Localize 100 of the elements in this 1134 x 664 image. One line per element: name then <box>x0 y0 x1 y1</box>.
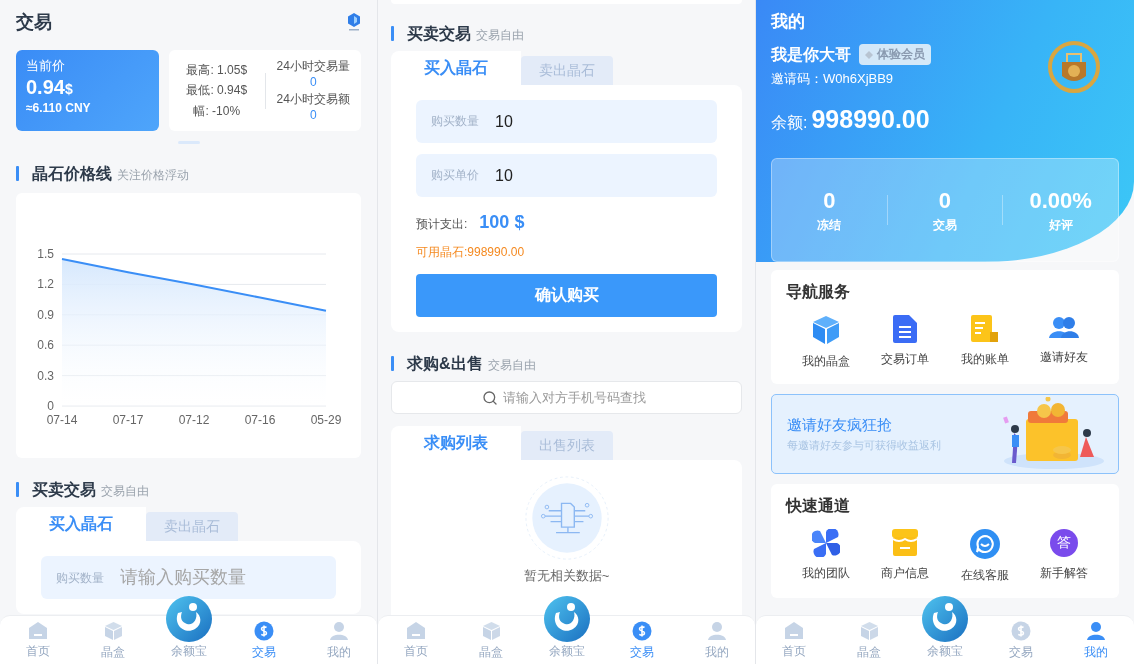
tab[interactable]: 求购列表 <box>391 426 521 461</box>
price-label: 当前价 <box>26 58 66 74</box>
pinwheel-icon <box>811 529 840 557</box>
search-icon <box>482 389 498 406</box>
home-icon <box>27 621 48 640</box>
stat-value: 0.00% <box>1029 187 1092 215</box>
dollar-icon <box>253 621 274 641</box>
empty-data-icon <box>524 476 609 561</box>
available-balance: 可用晶石:998990.00 <box>416 244 526 260</box>
tab-bar-item[interactable]: 余额宝 <box>528 595 605 664</box>
section-marker <box>16 482 19 498</box>
shop-icon <box>892 529 919 557</box>
hexagon-logo-icon <box>347 13 361 31</box>
tab-bar-item[interactable]: 首页 <box>0 615 76 664</box>
tab-bar-item[interactable]: 晶盒 <box>75 615 151 664</box>
axis-tick-label: 07-17 <box>112 413 144 428</box>
service-item[interactable]: 我的晶盒 <box>786 315 866 370</box>
section-marker <box>391 26 394 42</box>
estimate-value: 100 $ <box>479 212 525 234</box>
input-field[interactable]: 购买数量 请输入购买数量 <box>41 556 336 600</box>
quick-access-item[interactable]: 答 新手解答 <box>1024 529 1104 584</box>
page-title: 交易 <box>16 11 52 34</box>
axis-tick-label: 0.9 <box>37 308 54 322</box>
stat-label: 冻结 <box>817 218 842 233</box>
person-icon <box>1087 621 1106 641</box>
tab-bar-item[interactable]: 晶盒 <box>453 615 529 664</box>
tab-bar-item[interactable]: 我的 <box>679 615 755 664</box>
axis-tick-label: 0.3 <box>37 368 54 383</box>
input-field[interactable]: 10 <box>493 111 702 132</box>
price-change: 幅: -10% <box>193 103 241 119</box>
tab-bar-item[interactable]: 交易 <box>982 615 1059 664</box>
tab-bar-item[interactable]: 首页 <box>378 615 454 664</box>
section-subtitle: 关注价格浮动 <box>117 168 189 183</box>
quick-access-item[interactable]: 商户信息 <box>865 529 945 584</box>
tab-bar-item[interactable]: 首页 <box>756 615 832 664</box>
dollar-icon <box>1010 621 1031 641</box>
search-input[interactable]: 请输入对方手机号码查找 <box>501 389 651 407</box>
axis-tick-label: 07-12 <box>178 413 210 428</box>
field-label: 购买数量 <box>431 114 479 129</box>
emblem-icon <box>1047 40 1101 95</box>
page-title: 我的 <box>771 12 806 33</box>
stat-label: 好评 <box>1048 218 1073 233</box>
tab-bar-item[interactable]: 我的 <box>1058 615 1134 664</box>
cube-icon <box>811 315 840 345</box>
chat-icon <box>969 529 1000 559</box>
card-title: 导航服务 <box>786 282 851 302</box>
person-icon <box>330 621 349 641</box>
home-icon <box>405 621 426 640</box>
stat-value: 0 <box>938 187 952 215</box>
input-field[interactable]: 购买单价 10 <box>416 154 717 198</box>
low-price: 最低: 0.94$ <box>186 83 248 98</box>
cube-icon <box>859 621 879 641</box>
axis-tick-label: 07-16 <box>244 413 276 428</box>
axis-tick-label: 0.6 <box>37 338 54 353</box>
people-icon <box>1049 315 1080 341</box>
section-title: 买卖交易 <box>32 480 96 500</box>
tab-bar-item[interactable]: 我的 <box>301 615 377 664</box>
answer-badge: 答 <box>1050 529 1079 557</box>
axis-tick-label: 1.2 <box>37 277 54 292</box>
stat-label: 24小时交易量 <box>276 58 350 74</box>
quick-access-item[interactable]: 我的团队 <box>786 529 866 584</box>
axis-tick-label: 0 <box>47 399 54 414</box>
service-item[interactable]: 我的账单 <box>945 315 1025 370</box>
balance-label: 余额: <box>771 113 808 133</box>
input-field[interactable]: 10 <box>493 165 702 186</box>
tab-bar-item[interactable]: 交易 <box>226 615 302 664</box>
input-field[interactable]: 购买数量 10 <box>416 100 717 144</box>
current-price: 0.94$ <box>26 75 74 99</box>
document-icon <box>893 315 918 343</box>
member-badge: 体验会员 <box>859 44 931 66</box>
high-price: 最高: 1.05$ <box>186 62 248 78</box>
stat-label: 交易 <box>933 218 957 233</box>
search-field[interactable]: 请输入对方手机号码查找 <box>391 381 742 415</box>
bill-icon <box>970 315 999 343</box>
tab-bar-item[interactable]: 余额宝 <box>907 595 983 664</box>
stat-label: 24小时交易额 <box>276 91 350 106</box>
tab[interactable]: 买入晶石 <box>391 51 521 86</box>
input-field[interactable]: 请输入购买数量 <box>118 566 321 590</box>
balance-value: 998990.00 <box>811 104 930 135</box>
confirm-button[interactable]: 确认购买 <box>416 274 717 318</box>
tab[interactable]: 买入晶石 <box>16 507 146 542</box>
service-item[interactable]: 邀请好友 <box>1024 315 1104 370</box>
home-icon <box>783 621 804 640</box>
cube-icon <box>103 621 123 641</box>
stat-value: 0 <box>309 107 317 123</box>
stat-value: 0 <box>309 75 317 90</box>
quick-access-item[interactable]: 在线客服 <box>945 529 1025 584</box>
dollar-icon <box>631 621 652 641</box>
tab-bar-item[interactable]: 交易 <box>604 615 680 664</box>
person-icon <box>708 621 727 641</box>
card-title: 快速通道 <box>786 496 851 516</box>
section-marker <box>391 356 394 372</box>
field-label: 购买数量 <box>56 570 104 586</box>
service-item[interactable]: 交易订单 <box>865 315 945 370</box>
section-title: 晶石价格线 <box>32 164 112 184</box>
tab-bar-item[interactable]: 晶盒 <box>831 615 908 664</box>
axis-tick-label: 07-14 <box>46 413 78 428</box>
diamond-icon <box>865 50 873 59</box>
section-title: 求购&出售 <box>407 354 483 374</box>
user-name: 我是你大哥 <box>771 45 851 65</box>
